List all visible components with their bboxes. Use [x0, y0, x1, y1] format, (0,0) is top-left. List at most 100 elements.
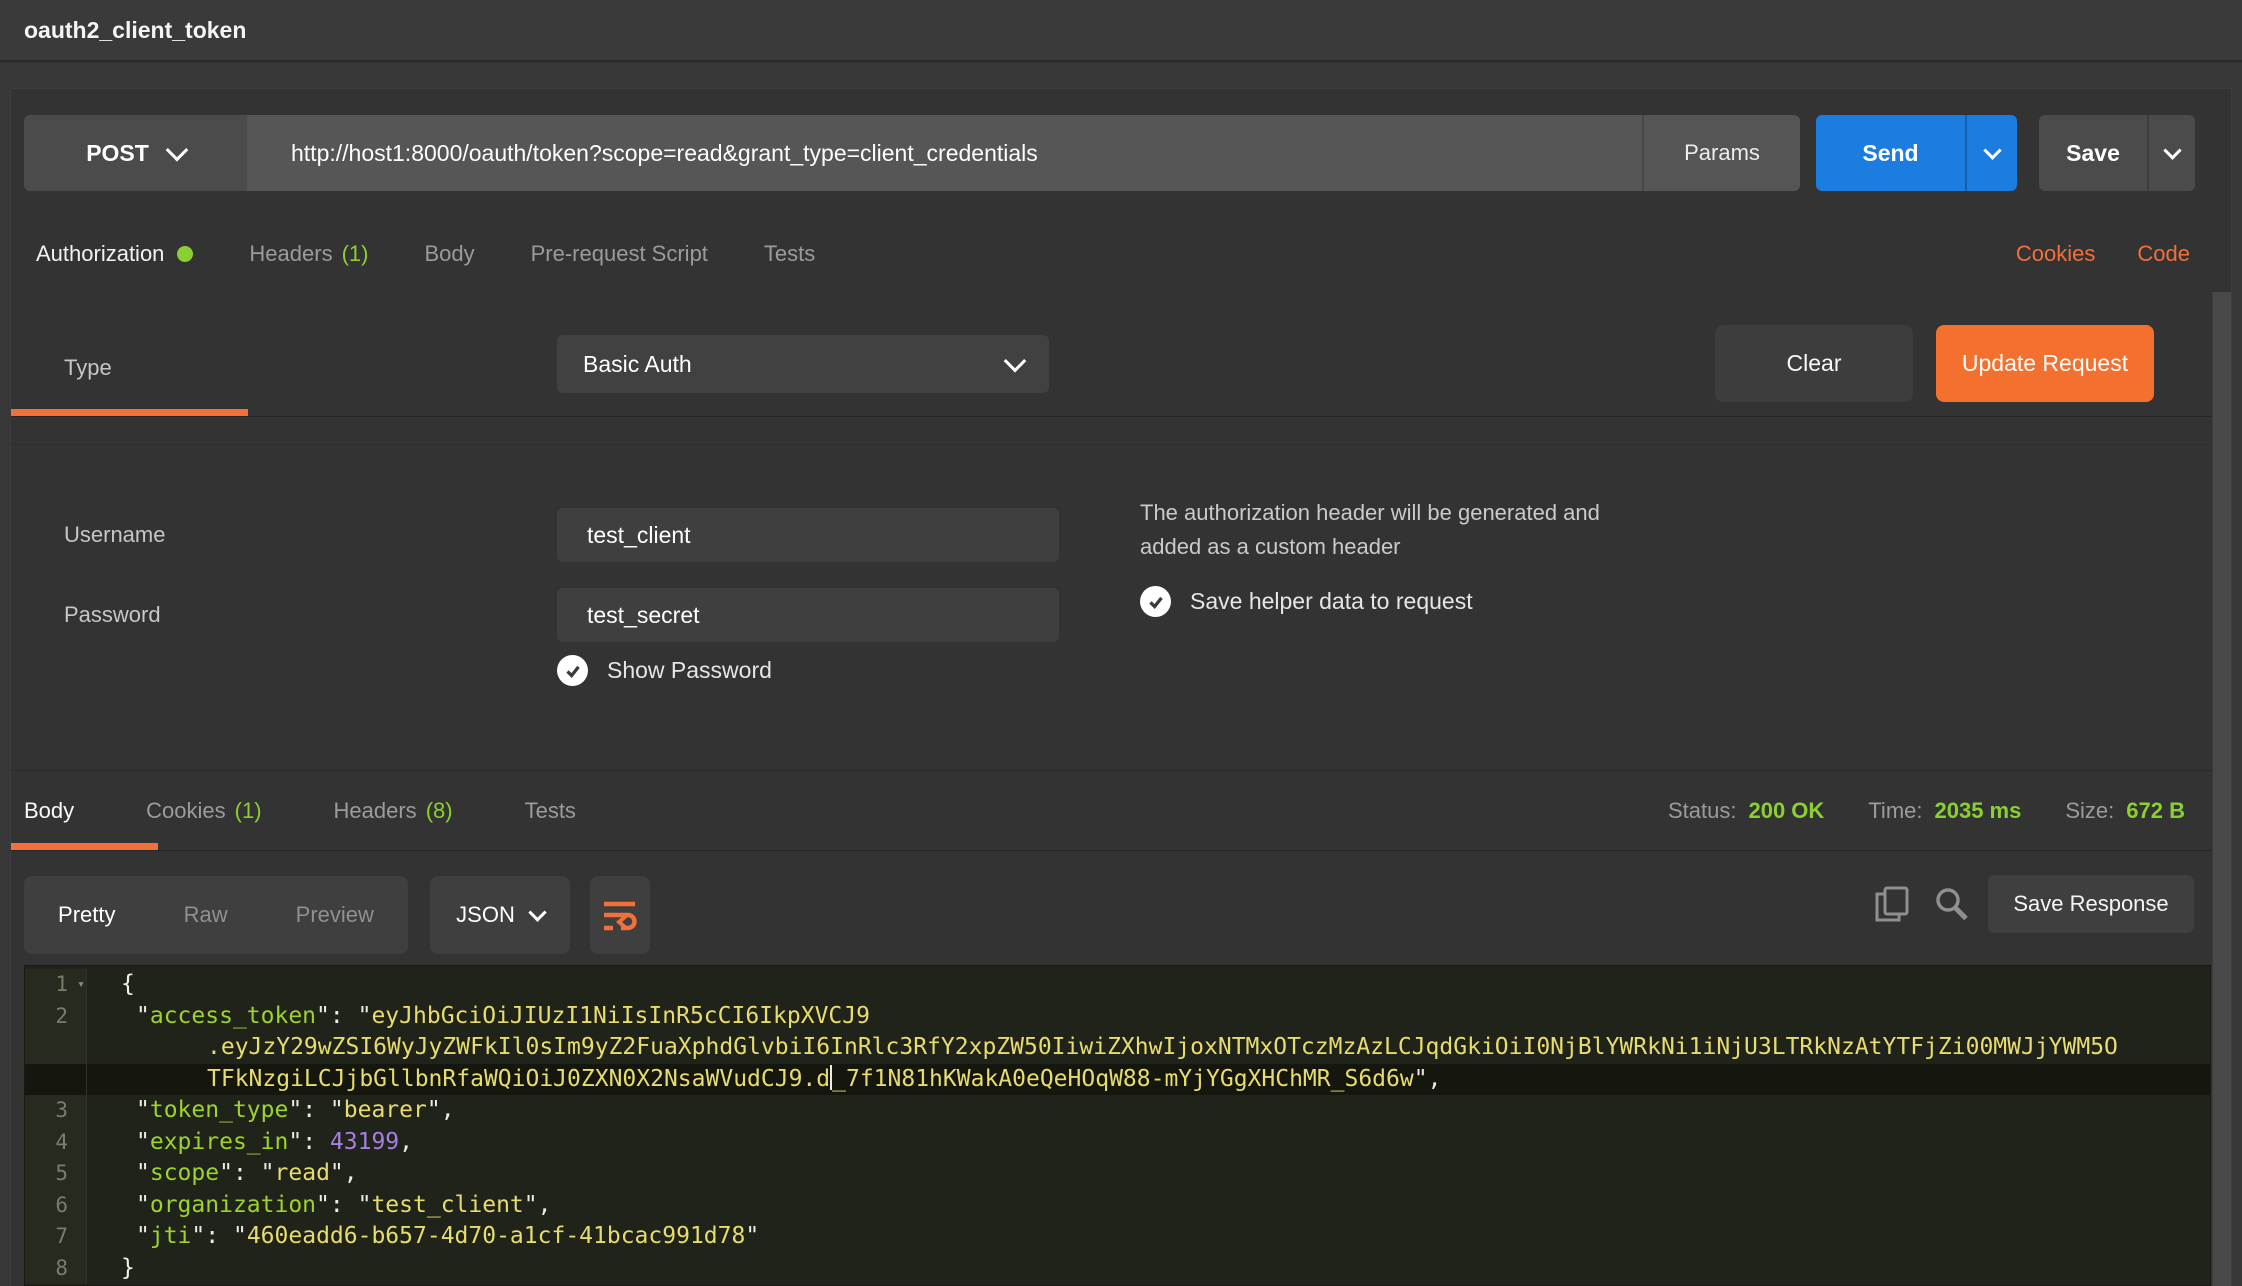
code-text: } [87, 1253, 2210, 1285]
password-field[interactable]: test_secret [557, 588, 1059, 642]
save-button[interactable]: Save [2039, 115, 2195, 191]
request-title-bar: oauth2_client_token [0, 0, 2242, 62]
line-number-gutter[interactable]: 1▾ [25, 969, 87, 1001]
view-mode-pretty[interactable]: Pretty [58, 902, 115, 928]
send-button[interactable]: Send [1816, 115, 2017, 191]
request-tab-tests[interactable]: Tests [764, 241, 815, 267]
response-statusbar: Status: 200 OK Time: 2035 ms Size: 672 B [1668, 798, 2231, 824]
params-button[interactable]: Params [1642, 115, 1800, 191]
code-line: .eyJzY29wZSI6WyJyZWFkIl0sIm9yZ2FuaXphdGl… [25, 1032, 2210, 1064]
chevron-down-icon [2163, 141, 2181, 159]
show-password-checkbox[interactable] [557, 655, 588, 686]
chevron-down-icon [1983, 141, 2001, 159]
request-tab-authorization[interactable]: Authorization [36, 241, 193, 267]
type-label: Type [64, 355, 112, 381]
code-text: .eyJzY29wZSI6WyJyZWFkIl0sIm9yZ2FuaXphdGl… [87, 1032, 2210, 1064]
save-helper-checkbox[interactable] [1140, 586, 1171, 617]
line-number-gutter[interactable]: 8 [25, 1253, 87, 1285]
chevron-down-icon [528, 903, 546, 921]
update-request-button[interactable]: Update Request [1936, 325, 2154, 402]
response-tab-cookies[interactable]: Cookies(1) [146, 798, 261, 824]
format-dropdown[interactable]: JSON [430, 876, 570, 954]
code-text: "scope": "read", [87, 1158, 2210, 1190]
send-label[interactable]: Send [1816, 115, 1965, 191]
chevron-down-icon [1004, 350, 1027, 373]
copy-button[interactable] [1873, 885, 1913, 925]
status-badge: Status: 200 OK [1668, 798, 1824, 824]
view-mode-preview[interactable]: Preview [296, 902, 374, 928]
check-icon [1145, 591, 1167, 613]
code-text: "organization": "test_client", [87, 1190, 2210, 1222]
clear-button[interactable]: Clear [1715, 325, 1913, 402]
active-indicator-dot [177, 246, 193, 262]
code-text: "token_type": "bearer", [87, 1095, 2210, 1127]
send-options-button[interactable] [1965, 115, 2017, 191]
line-number-gutter[interactable] [25, 1032, 87, 1064]
save-response-button[interactable]: Save Response [1988, 875, 2194, 933]
word-wrap-icon [601, 898, 639, 932]
code-text: "expires_in": 43199, [87, 1127, 2210, 1159]
line-number-gutter[interactable]: 4 [25, 1127, 87, 1159]
response-tab-headers[interactable]: Headers(8) [334, 798, 453, 824]
time-badge: Time: 2035 ms [1868, 798, 2021, 824]
copy-icon [1873, 885, 1911, 923]
request-tab-pre-request-script[interactable]: Pre-request Script [531, 241, 708, 267]
fold-caret-icon[interactable]: ▾ [77, 969, 85, 1001]
chevron-down-icon [165, 139, 188, 162]
line-number-gutter[interactable]: 5 [25, 1158, 87, 1190]
code-line: 4"expires_in": 43199, [25, 1127, 2210, 1159]
auth-type-row: Type Basic Auth Clear Update Request [11, 292, 2231, 445]
url-text: http://host1:8000/oauth/token?scope=read… [291, 140, 1038, 167]
word-wrap-button[interactable] [590, 876, 650, 954]
code-line: 5"scope": "read", [25, 1158, 2210, 1190]
format-value: JSON [456, 902, 515, 928]
request-pane: POST http://host1:8000/oauth/token?scope… [10, 88, 2232, 1286]
request-tabs: Authorization Headers(1) Body Pre-request S… [24, 215, 2218, 292]
line-number-gutter[interactable]: 2 [25, 1001, 87, 1033]
url-input[interactable]: http://host1:8000/oauth/token?scope=read… [247, 115, 1642, 191]
auth-helper-note: The authorization header will be generat… [1140, 496, 1600, 564]
code-line: 6"organization": "test_client", [25, 1190, 2210, 1222]
check-icon [562, 660, 584, 682]
request-tabs-list: Authorization Headers(1) Body Pre-request S… [24, 241, 871, 267]
response-tab-body[interactable]: Body [24, 798, 74, 824]
code-line: TFkNzgiLCJjbGllbnRfaWQiOiJ0ZXN0X2NsaWVud… [25, 1064, 2210, 1096]
auth-type-value: Basic Auth [583, 351, 692, 378]
code-text: TFkNzgiLCJjbGllbnRfaWQiOiJ0ZXN0X2NsaWVud… [87, 1064, 2210, 1096]
size-badge: Size: 672 B [2065, 798, 2185, 824]
auth-credentials: Username test_client Password test_secre… [11, 444, 2231, 771]
response-header: Body Cookies(1) Headers(8) Tests Status: 20… [11, 771, 2231, 851]
view-mode-group: Pretty Raw Preview [24, 876, 408, 954]
code-line: 1▾{ [25, 969, 2210, 1001]
code-line: 2"access_token": "eyJhbGciOiJIUzI1NiIsIn… [25, 1001, 2210, 1033]
code-text: "access_token": "eyJhbGciOiJIUzI1NiIsInR… [87, 1001, 2210, 1033]
code-line: 3"token_type": "bearer", [25, 1095, 2210, 1127]
code-link[interactable]: Code [2137, 241, 2190, 267]
page-title: oauth2_client_token [24, 17, 246, 44]
line-number-gutter[interactable]: 7 [25, 1221, 87, 1253]
request-tab-headers[interactable]: Headers(1) [249, 241, 368, 267]
method-dropdown[interactable]: POST [24, 115, 247, 191]
show-password-label: Show Password [607, 657, 772, 684]
username-field[interactable]: test_client [557, 508, 1059, 562]
save-helper-label: Save helper data to request [1190, 588, 1473, 615]
response-section: Body Cookies(1) Headers(8) Tests Status: 20… [11, 770, 2231, 1286]
cookies-link[interactable]: Cookies [2016, 241, 2095, 267]
line-number-gutter[interactable] [25, 1064, 87, 1096]
line-number-gutter[interactable]: 3 [25, 1095, 87, 1127]
response-tabs: Body Cookies(1) Headers(8) Tests [11, 798, 648, 824]
response-toolbar: Pretty Raw Preview JSON [11, 851, 2231, 966]
line-number-gutter[interactable]: 6 [25, 1190, 87, 1222]
vertical-scrollbar[interactable] [2212, 292, 2231, 1286]
view-mode-raw[interactable]: Raw [184, 902, 228, 928]
save-label[interactable]: Save [2039, 115, 2147, 191]
response-tab-tests[interactable]: Tests [525, 798, 576, 824]
response-body-editor[interactable]: 1▾{2"access_token": "eyJhbGciOiJIUzI1NiI… [24, 965, 2211, 1286]
auth-type-dropdown[interactable]: Basic Auth [557, 335, 1049, 393]
request-tab-body[interactable]: Body [424, 241, 474, 267]
password-label: Password [64, 602, 161, 628]
save-helper-row: Save helper data to request [1140, 586, 1473, 617]
save-options-button[interactable] [2147, 115, 2195, 191]
search-button[interactable] [1932, 885, 1972, 925]
code-text: { [87, 969, 2210, 1001]
